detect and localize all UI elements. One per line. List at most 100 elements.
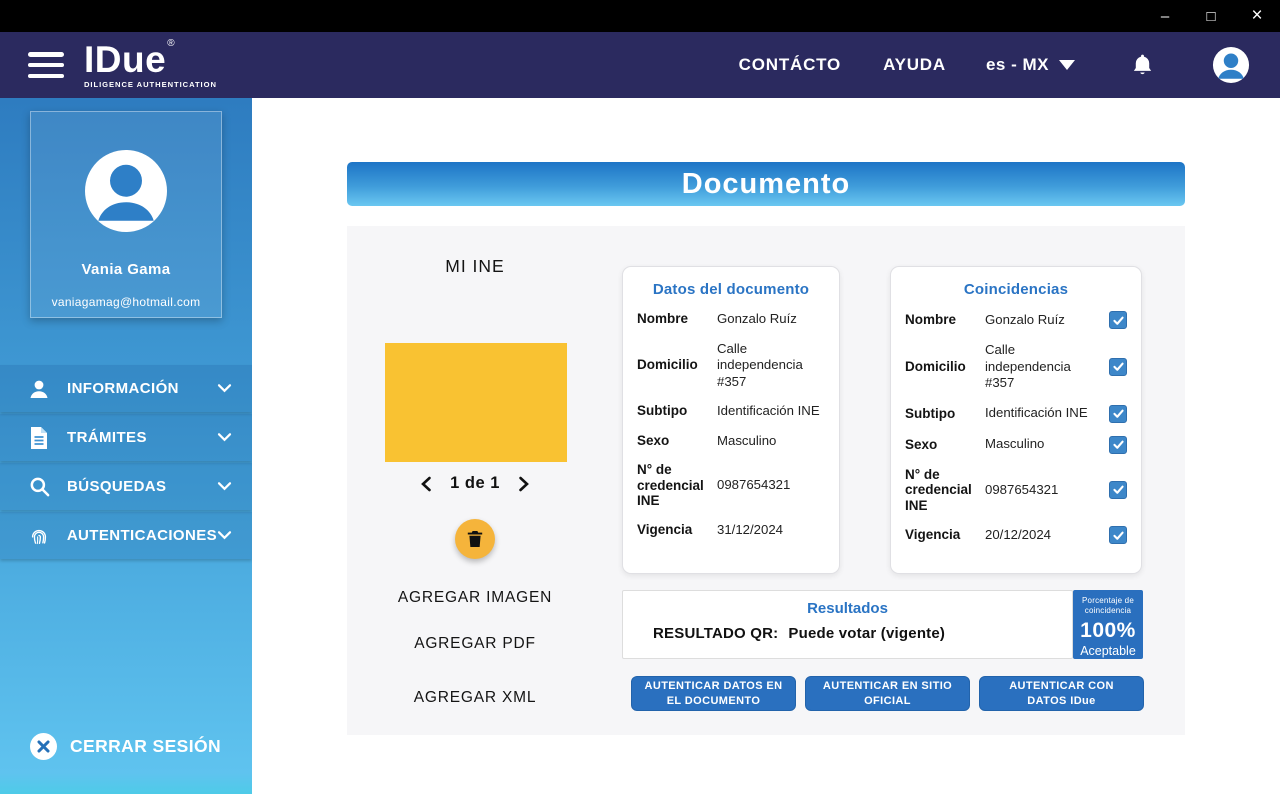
app-header: IDue ® DILIGENCE AUTHENTICATION CONTÁCTO… [0,32,1280,98]
card-title: Datos del documento [637,281,825,298]
matches-card: Coincidencias Nombre Gonzalo Ruíz Domici… [890,266,1142,574]
language-selector[interactable]: es - MX [986,55,1075,75]
pagination: 1 de 1 [380,474,570,493]
field-row: Subtipo Identificación INE [905,405,1127,423]
main-content: Documento MI INE 1 de 1 [252,98,1280,794]
field-value: Masculino [717,433,825,450]
page-title: Documento [347,162,1185,206]
field-label: Subtipo [637,403,709,419]
field-value: 20/12/2024 [985,527,1103,544]
sidebar-item-label: TRÁMITES [67,429,147,446]
profile-card: Vania Gama vaniagamag@hotmail.com [30,111,222,318]
field-value: Identificación INE [717,403,825,420]
brand-logo[interactable]: IDue ® DILIGENCE AUTHENTICATION [84,41,217,89]
nav-contacto[interactable]: CONTÁCTO [739,55,841,75]
field-row: Sexo Masculino [905,436,1127,454]
field-label: Sexo [905,437,977,453]
field-label: N° de credencial INE [905,467,977,514]
next-page-button[interactable] [518,476,530,492]
profile-name: Vania Gama [31,261,221,278]
field-value: 0987654321 [985,482,1103,499]
document-data-card: Datos del documento Nombre Gonzalo Ruíz … [622,266,840,574]
field-row: Subtipo Identificación INE [637,403,825,420]
chevron-down-icon [217,383,232,394]
document-image-preview[interactable] [385,343,567,462]
page-indicator: 1 de 1 [450,474,500,493]
field-value: 0987654321 [717,477,825,494]
field-label: Sexo [637,433,709,449]
field-row: Nombre Gonzalo Ruíz [905,311,1127,329]
add-image-button[interactable]: AGREGAR IMAGEN [360,589,590,607]
language-value: es - MX [986,55,1049,75]
notifications-bell-icon[interactable] [1131,53,1154,78]
field-row: Domicilio Calle independencia #357 [637,341,825,391]
sidebar-item-tramites[interactable]: TRÁMITES [0,414,252,461]
fingerprint-icon [24,525,54,547]
field-label: N° de credencial INE [637,462,709,509]
authenticate-document-data-button[interactable]: AUTENTICAR DATOS EN EL DOCUMENTO [631,676,796,711]
match-checkbox-checked[interactable] [1109,405,1127,423]
add-pdf-button[interactable]: AGREGAR PDF [360,635,590,653]
match-checkbox-checked[interactable] [1109,358,1127,376]
brand-tagline: DILIGENCE AUTHENTICATION [84,81,217,89]
authenticate-official-site-button[interactable]: AUTENTICAR EN SITIO OFICIAL [805,676,970,711]
field-row: Nombre Gonzalo Ruíz [637,311,825,328]
match-checkbox-checked[interactable] [1109,311,1127,329]
sidebar-item-label: BÚSQUEDAS [67,478,166,495]
field-value: Gonzalo Ruíz [985,312,1103,329]
field-row: Vigencia 20/12/2024 [905,526,1127,544]
logout-label: CERRAR SESIÓN [70,736,221,757]
maximize-icon[interactable]: □ [1188,0,1234,32]
authenticate-idue-data-button[interactable]: AUTENTICAR CON DATOS IDue [979,676,1144,711]
minimize-icon[interactable]: – [1142,0,1188,32]
profile-avatar-button[interactable] [1212,46,1250,84]
add-xml-button[interactable]: AGREGAR XML [360,689,590,707]
qr-result-label: RESULTADO QR: [653,625,778,642]
field-value: Gonzalo Ruíz [717,311,825,328]
close-circle-icon [30,733,57,760]
delete-document-button[interactable] [455,519,495,559]
menu-icon[interactable] [28,52,64,78]
match-checkbox-checked[interactable] [1109,526,1127,544]
chevron-down-icon [217,530,232,541]
chevron-down-icon [217,481,232,492]
registered-mark: ® [167,39,174,49]
logout-button[interactable]: CERRAR SESIÓN [30,733,221,760]
field-value: 31/12/2024 [717,522,825,539]
sidebar-menu: INFORMACIÓN TRÁMITES [0,365,252,561]
qr-result: RESULTADO QR: Puede votar (vigente) [653,625,1072,642]
field-value: Calle independencia #357 [717,341,825,391]
field-value: Masculino [985,436,1103,453]
badge-percent: 100% [1073,619,1143,643]
field-row: N° de credencial INE 0987654321 [637,462,825,509]
chevron-down-icon [217,432,232,443]
field-label: Nombre [637,311,709,327]
field-label: Domicilio [905,359,977,375]
avatar [1212,46,1250,84]
field-row: Sexo Masculino [637,433,825,450]
prev-page-button[interactable] [420,476,432,492]
match-checkbox-checked[interactable] [1109,481,1127,499]
sidebar-item-label: INFORMACIÓN [67,380,179,397]
profile-email: vaniagamag@hotmail.com [31,295,221,309]
chevron-down-icon [1059,60,1075,70]
field-label: Vigencia [905,527,977,543]
results-box: Resultados RESULTADO QR: Puede votar (vi… [622,590,1073,659]
results-title: Resultados [623,600,1072,617]
nav-ayuda[interactable]: AYUDA [883,55,946,75]
field-label: Nombre [905,312,977,328]
brand-name: IDue [84,41,166,78]
document-panel: MI INE 1 de 1 AGREGAR IM [347,226,1185,735]
field-value: Identificación INE [985,405,1103,422]
sidebar-item-informacion[interactable]: INFORMACIÓN [0,365,252,412]
avatar [85,150,167,237]
close-icon[interactable]: × [1234,0,1280,32]
qr-result-value: Puede votar (vigente) [788,625,945,642]
match-checkbox-checked[interactable] [1109,436,1127,454]
field-label: Domicilio [637,357,709,373]
sidebar: Vania Gama vaniagamag@hotmail.com INFORM… [0,98,252,794]
user-icon [24,377,54,401]
sidebar-item-autenticaciones[interactable]: AUTENTICACIONES [0,512,252,559]
window-titlebar: – □ × [0,0,1280,32]
sidebar-item-busquedas[interactable]: BÚSQUEDAS [0,463,252,510]
